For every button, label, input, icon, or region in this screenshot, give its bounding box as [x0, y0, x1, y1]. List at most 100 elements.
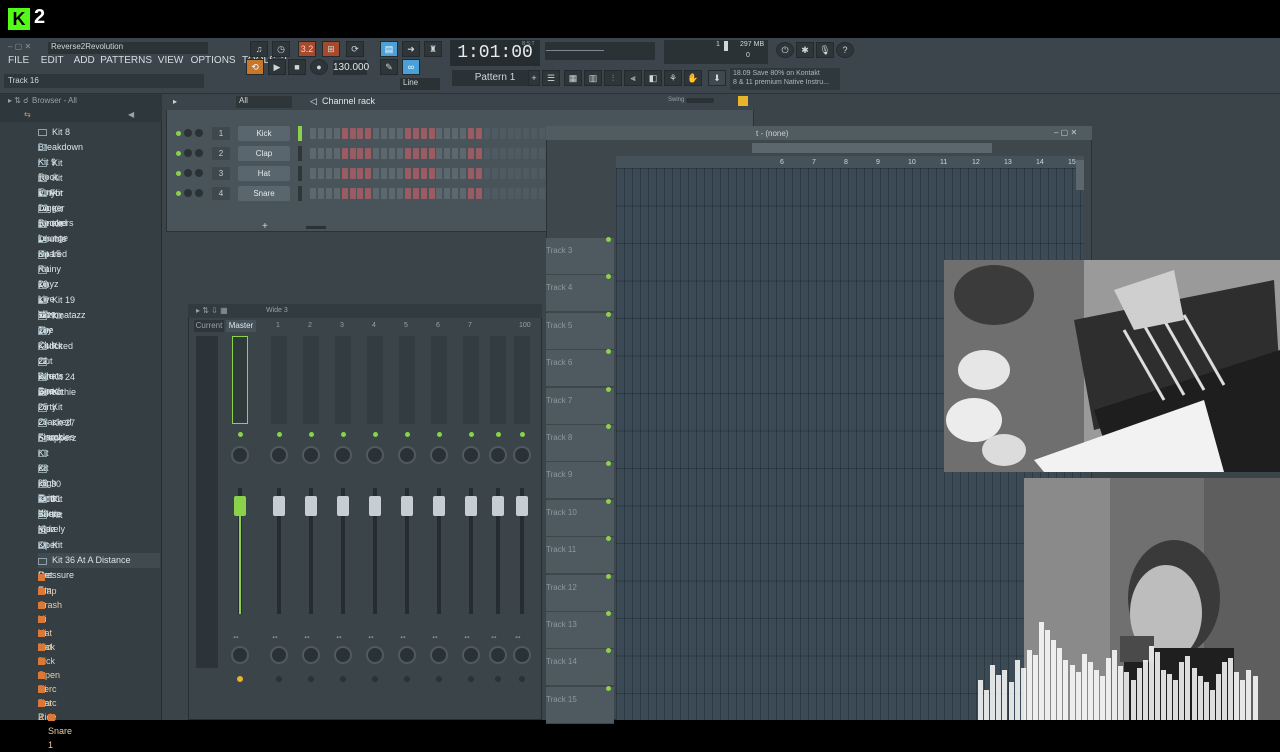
- project-browser-icon[interactable]: ◧: [644, 70, 662, 86]
- step-button[interactable]: [531, 148, 538, 159]
- mixer-stereo-knob[interactable]: [398, 646, 416, 664]
- channel-select-indicator[interactable]: [298, 146, 302, 161]
- step-button[interactable]: [483, 188, 490, 199]
- mixer-stereo-knob[interactable]: [462, 646, 480, 664]
- mixer-route-button[interactable]: [308, 676, 314, 682]
- step-button[interactable]: [341, 168, 348, 179]
- browser-folder-item[interactable]: Kit 11 For Da Record: [38, 171, 67, 228]
- step-button[interactable]: [365, 148, 372, 159]
- mixer-volume-fader[interactable]: [401, 496, 413, 516]
- step-button[interactable]: [317, 128, 324, 139]
- step-button[interactable]: [428, 128, 435, 139]
- browser-folder-item[interactable]: Kit 21 Bye Bye: [38, 324, 54, 396]
- step-button[interactable]: [333, 148, 340, 159]
- mixer-volume-fader[interactable]: [433, 496, 445, 516]
- mixer-route-button[interactable]: [519, 676, 525, 682]
- browser-folder-item[interactable]: Kit 17 No Cry: [38, 263, 52, 335]
- step-button[interactable]: [491, 128, 498, 139]
- loop-record-button[interactable]: ⟳: [346, 41, 364, 57]
- channel-mute-led[interactable]: [176, 131, 181, 136]
- step-button[interactable]: [475, 168, 482, 179]
- track-header[interactable]: Track 4: [546, 275, 614, 313]
- mixer-volume-fader[interactable]: [465, 496, 477, 516]
- step-button[interactable]: [468, 148, 474, 159]
- browser-arrow-icon[interactable]: ⇆: [24, 110, 31, 119]
- mixer-pan-knob[interactable]: [270, 446, 288, 464]
- step-button[interactable]: [357, 128, 364, 139]
- step-button[interactable]: [389, 128, 395, 139]
- wait-record-button[interactable]: ◷: [272, 41, 290, 57]
- step-button[interactable]: [373, 128, 380, 139]
- browser-folder-item[interactable]: Kit 26 Flamz: [38, 400, 63, 442]
- mixer-route-button[interactable]: [340, 676, 346, 682]
- browser-folder-item[interactable]: Kit 23 Dirty: [38, 355, 57, 412]
- mixer-pan-knob[interactable]: [489, 446, 507, 464]
- step-button[interactable]: [412, 188, 419, 199]
- mixer-route-button[interactable]: [276, 676, 282, 682]
- step-button[interactable]: [428, 148, 435, 159]
- step-button[interactable]: [396, 148, 403, 159]
- plugin-icon[interactable]: ⚘: [664, 70, 682, 86]
- menu-item-add[interactable]: ADD: [74, 55, 95, 66]
- mixer-volume-fader[interactable]: [234, 496, 246, 516]
- browser-folder-item[interactable]: Kit 16 Live Vibe: [38, 247, 56, 319]
- step-button[interactable]: [396, 168, 403, 179]
- step-button[interactable]: [404, 128, 411, 139]
- mixer-strip-meter[interactable]: [490, 336, 506, 424]
- link-icon[interactable]: ∞: [402, 59, 420, 75]
- step-button[interactable]: [404, 168, 411, 179]
- step-button[interactable]: [349, 148, 356, 159]
- browser-sample-item[interactable]: Hi Hat 2: [38, 612, 53, 666]
- step-button[interactable]: [523, 128, 530, 139]
- step-button[interactable]: [428, 168, 435, 179]
- piano-roll-icon[interactable]: ▦: [564, 70, 582, 86]
- track-header[interactable]: Track 14: [546, 649, 614, 687]
- stereo-swap-icon[interactable]: ⇔: [514, 632, 522, 641]
- step-button[interactable]: [365, 168, 372, 179]
- step-button[interactable]: [436, 168, 443, 179]
- mixer-icon[interactable]: ⫶: [604, 70, 622, 86]
- step-button[interactable]: [475, 148, 482, 159]
- step-button[interactable]: [460, 188, 467, 199]
- step-button[interactable]: [452, 188, 459, 199]
- channel-mixer-track[interactable]: 1: [212, 127, 230, 140]
- mixer-route-button[interactable]: [436, 676, 442, 682]
- step-button[interactable]: [515, 128, 522, 139]
- browser-folder-item[interactable]: Kit 29 Gritt Kit: [38, 446, 55, 518]
- mixer-enable-led[interactable]: [277, 432, 282, 437]
- channel-name-button[interactable]: Snare: [238, 186, 290, 201]
- step-button[interactable]: [499, 168, 506, 179]
- step-button[interactable]: [349, 168, 356, 179]
- plugin-picker-icon[interactable]: ⫷: [624, 70, 642, 86]
- playlist-scrollbar[interactable]: [752, 143, 992, 153]
- mixer-strip-meter[interactable]: [399, 336, 415, 424]
- step-button[interactable]: [491, 168, 498, 179]
- step-button[interactable]: [310, 188, 316, 199]
- playlist-icon[interactable]: ☰: [542, 70, 560, 86]
- step-button[interactable]: [341, 128, 348, 139]
- step-button[interactable]: [460, 148, 467, 159]
- step-button[interactable]: [310, 168, 316, 179]
- step-button[interactable]: [373, 168, 380, 179]
- browser-folder-item[interactable]: Kit 22 Whats Good: [38, 339, 64, 396]
- mixer-stereo-knob[interactable]: [231, 646, 249, 664]
- window-controls[interactable]: – ▢ ✕: [8, 42, 31, 51]
- record-button[interactable]: ●: [310, 59, 328, 75]
- mixer-pan-knob[interactable]: [462, 446, 480, 464]
- browser-sample-item[interactable]: Clap: [38, 570, 57, 596]
- mixer-enable-led[interactable]: [373, 432, 378, 437]
- step-button[interactable]: [483, 128, 490, 139]
- mixer-volume-fader[interactable]: [273, 496, 285, 516]
- track-mute-led[interactable]: [606, 611, 611, 616]
- mixer-pan-knob[interactable]: [430, 446, 448, 464]
- mixer-strip-meter[interactable]: [335, 336, 351, 424]
- stereo-swap-icon[interactable]: ⇔: [232, 632, 240, 641]
- step-button[interactable]: [412, 148, 419, 159]
- step-button[interactable]: [317, 188, 324, 199]
- step-button[interactable]: [404, 188, 411, 199]
- stop-button[interactable]: ■: [288, 59, 306, 75]
- mixer-enable-led[interactable]: [405, 432, 410, 437]
- step-button[interactable]: [444, 128, 451, 139]
- channel-rack-icon[interactable]: ▥: [584, 70, 602, 86]
- step-button[interactable]: [539, 148, 546, 159]
